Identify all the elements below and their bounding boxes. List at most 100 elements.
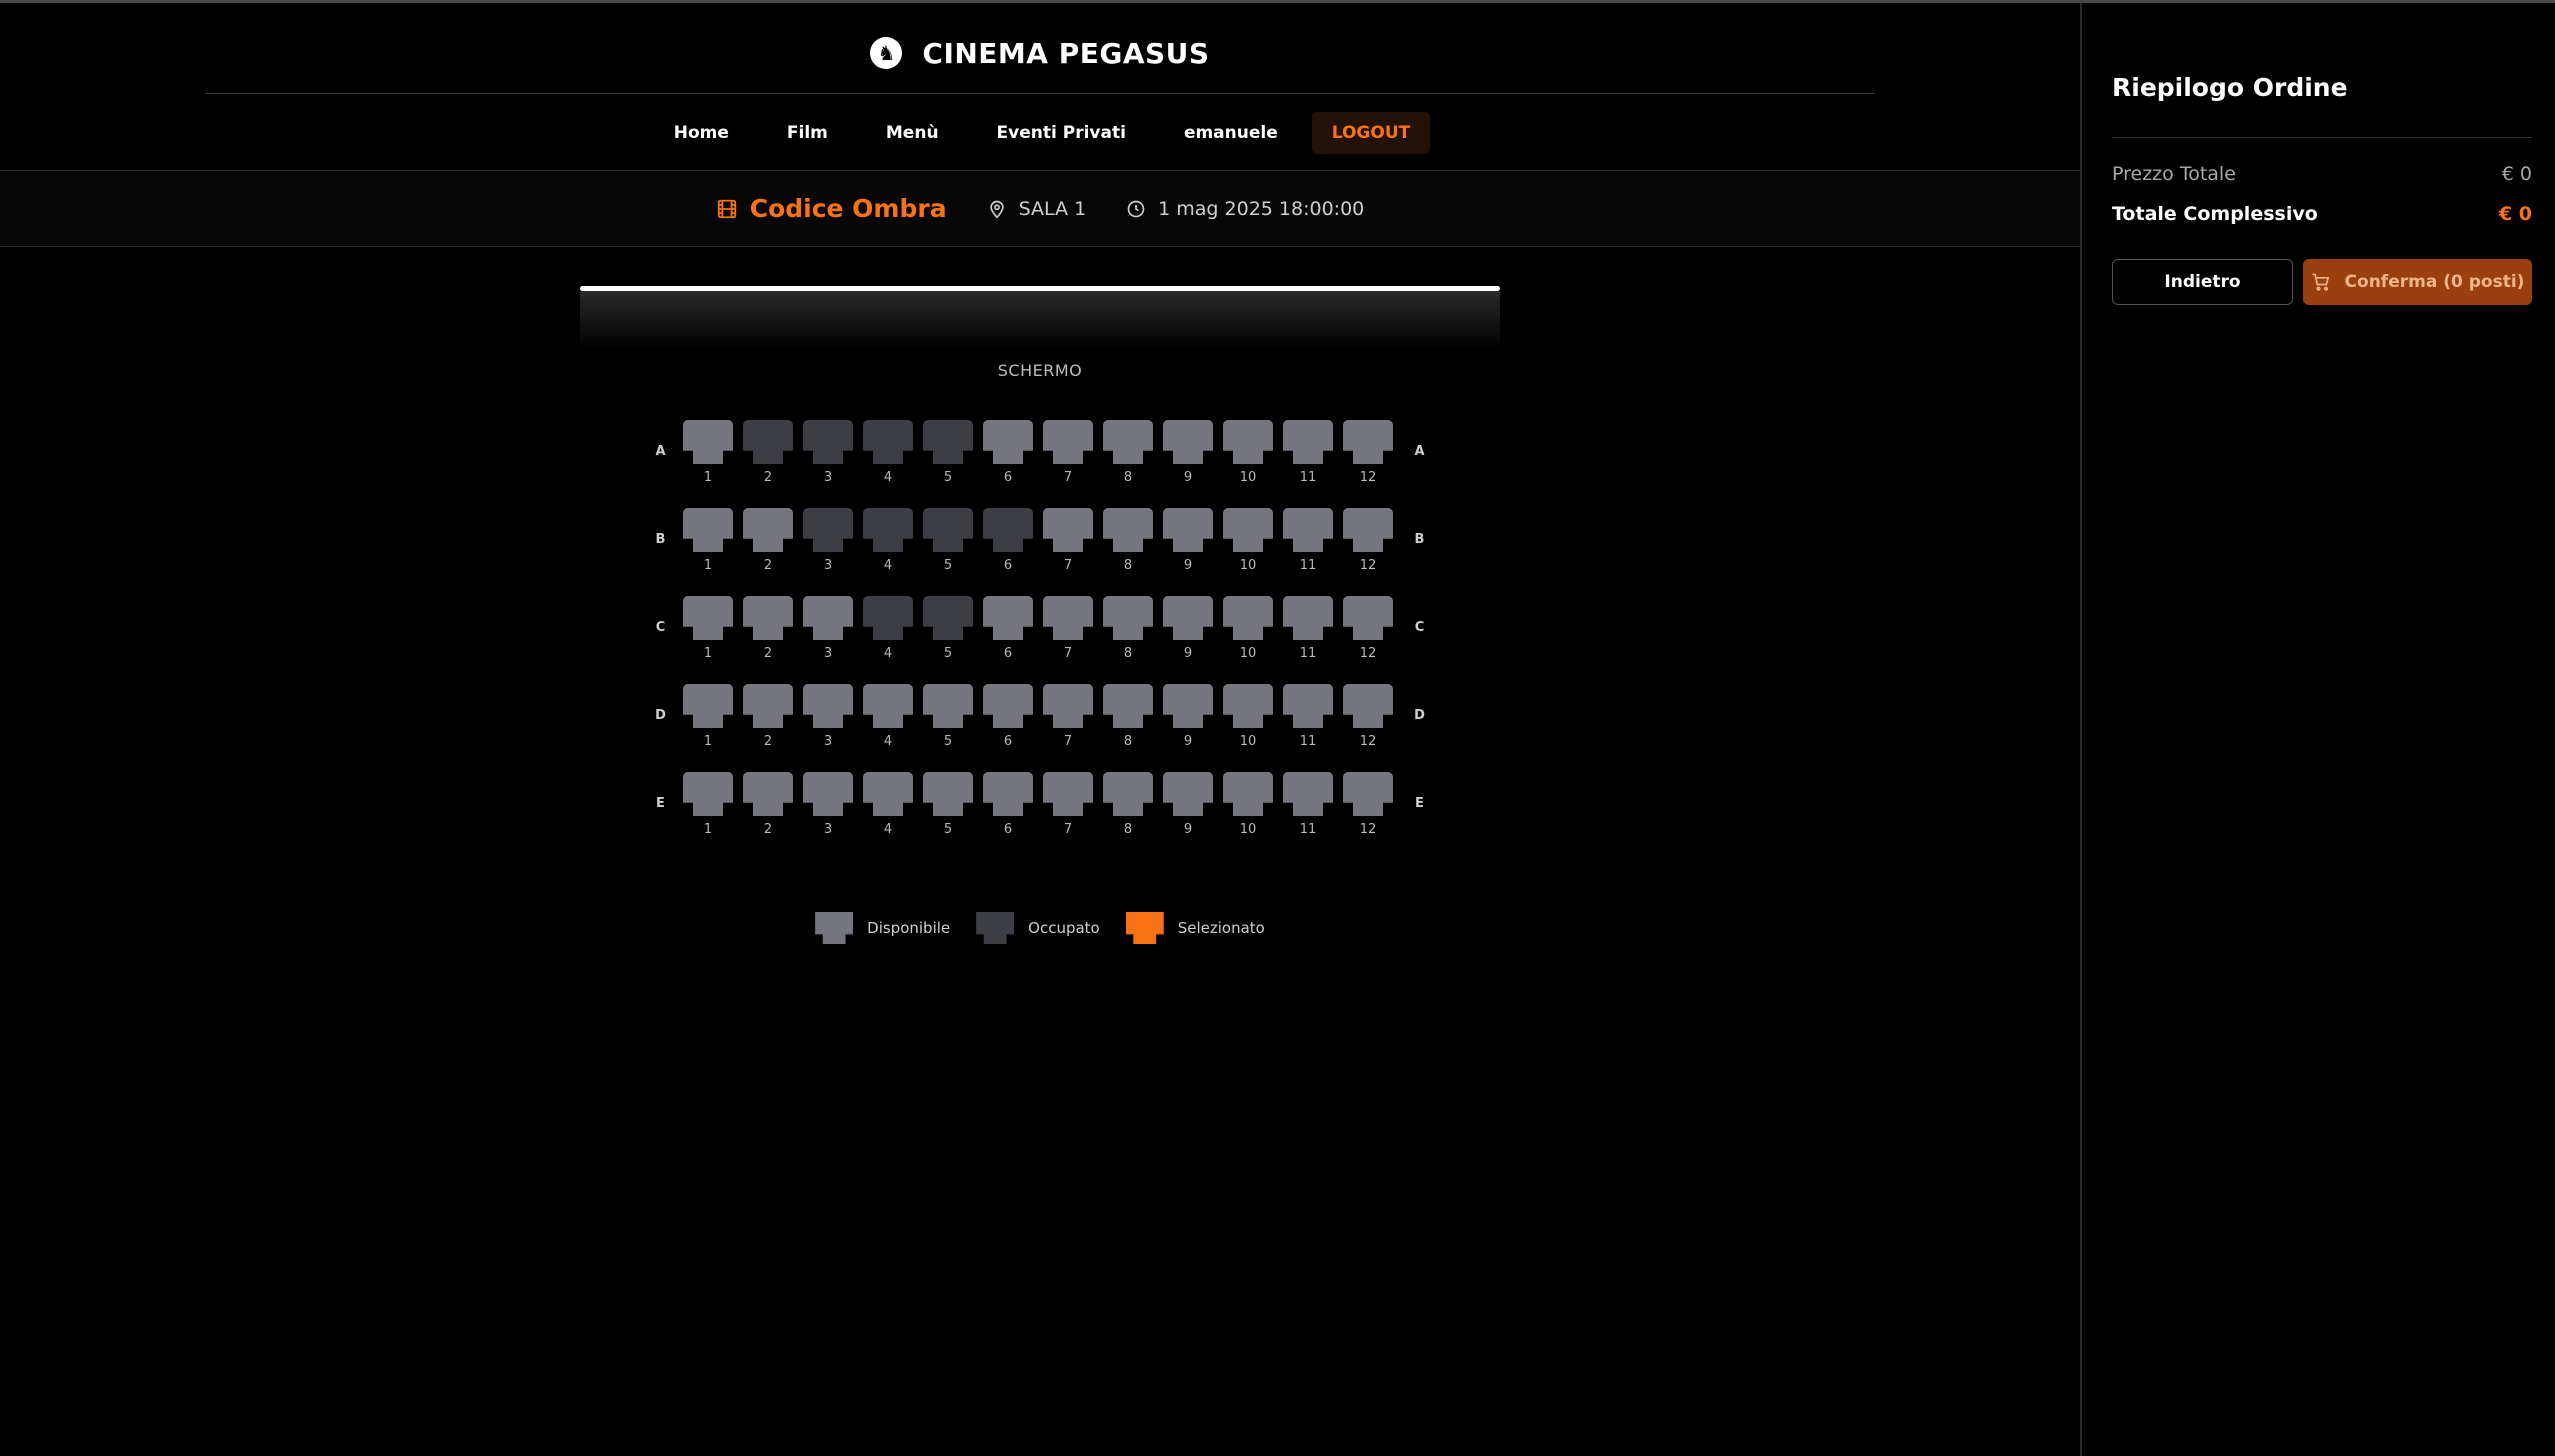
brand-header[interactable]: ♞ CINEMA PEGASUS [0, 31, 2080, 75]
seat-a7-available[interactable]: 7 [1043, 420, 1093, 485]
nav-item-film[interactable]: Film [763, 112, 852, 154]
seat-e4-available[interactable]: 4 [863, 772, 913, 837]
seat-icon [1223, 420, 1273, 464]
seat-e12-available[interactable]: 12 [1343, 772, 1393, 837]
seat-e6-available[interactable]: 6 [983, 772, 1033, 837]
seat-a11-available[interactable]: 11 [1283, 420, 1333, 485]
subtotal-value: € 0 [2501, 163, 2532, 185]
seat-d1-available[interactable]: 1 [683, 684, 733, 749]
seat-a2-occupied: 2 [743, 420, 793, 485]
seat-b11-available[interactable]: 11 [1283, 508, 1333, 573]
seat-number: 3 [823, 646, 833, 661]
nav-item-user[interactable]: emanuele [1160, 112, 1302, 154]
seat-number: 4 [883, 822, 893, 837]
total-row: Totale Complessivo € 0 [2112, 203, 2532, 225]
seat-icon [803, 508, 853, 552]
seat-b2-available[interactable]: 2 [743, 508, 793, 573]
seat-number: 6 [1003, 470, 1013, 485]
seat-e5-available[interactable]: 5 [923, 772, 973, 837]
seat-e11-available[interactable]: 11 [1283, 772, 1333, 837]
seat-c2-available[interactable]: 2 [743, 596, 793, 661]
seat-a8-available[interactable]: 8 [1103, 420, 1153, 485]
seat-e10-available[interactable]: 10 [1223, 772, 1273, 837]
seat-d5-available[interactable]: 5 [923, 684, 973, 749]
seat-row-a: A 1 2 3 4 5 6 7 8 9 10 11 12 A [650, 420, 1430, 508]
seat-a3-occupied: 3 [803, 420, 853, 485]
nav-item-menu[interactable]: Menù [862, 112, 963, 154]
seat-d2-available[interactable]: 2 [743, 684, 793, 749]
seat-icon [863, 420, 913, 464]
seat-a5-occupied: 5 [923, 420, 973, 485]
seat-number: 2 [763, 646, 773, 661]
seat-d7-available[interactable]: 7 [1043, 684, 1093, 749]
seat-c6-available[interactable]: 6 [983, 596, 1033, 661]
seat-icon [923, 684, 973, 728]
main-nav: Home Film Menù Eventi Privati emanuele L… [0, 110, 2080, 156]
seat-b1-available[interactable]: 1 [683, 508, 733, 573]
seat-number: 6 [1003, 646, 1013, 661]
nav-item-private-events[interactable]: Eventi Privati [973, 112, 1150, 154]
logout-button[interactable]: LOGOUT [1311, 112, 1431, 154]
seat-e3-available[interactable]: 3 [803, 772, 853, 837]
legend-selected: Selezionato [1125, 912, 1265, 944]
seat-number: 12 [1359, 734, 1377, 749]
seat-number: 9 [1183, 558, 1193, 573]
seat-row-d: D 1 2 3 4 5 6 7 8 9 10 11 12 D [650, 684, 1430, 772]
seat-icon [1103, 420, 1153, 464]
seat-b10-available[interactable]: 10 [1223, 508, 1273, 573]
seat-e1-available[interactable]: 1 [683, 772, 733, 837]
seat-number: 1 [703, 470, 713, 485]
seat-c11-available[interactable]: 11 [1283, 596, 1333, 661]
seat-c8-available[interactable]: 8 [1103, 596, 1153, 661]
seat-c10-available[interactable]: 10 [1223, 596, 1273, 661]
seat-c7-available[interactable]: 7 [1043, 596, 1093, 661]
seat-b8-available[interactable]: 8 [1103, 508, 1153, 573]
seat-number: 10 [1239, 470, 1257, 485]
seat-c3-available[interactable]: 3 [803, 596, 853, 661]
seat-b5-occupied: 5 [923, 508, 973, 573]
seat-c9-available[interactable]: 9 [1163, 596, 1213, 661]
seat-e8-available[interactable]: 8 [1103, 772, 1153, 837]
seat-e7-available[interactable]: 7 [1043, 772, 1093, 837]
seat-icon [743, 684, 793, 728]
seat-occupied-swatch [976, 912, 1015, 944]
seat-d10-available[interactable]: 10 [1223, 684, 1273, 749]
seat-icon [1163, 420, 1213, 464]
legend-available-label: Disponibile [867, 919, 951, 937]
seat-a12-available[interactable]: 12 [1343, 420, 1393, 485]
seat-e9-available[interactable]: 9 [1163, 772, 1213, 837]
back-button[interactable]: Indietro [2112, 259, 2293, 305]
seat-b12-available[interactable]: 12 [1343, 508, 1393, 573]
film-icon [716, 198, 738, 220]
confirm-button[interactable]: Conferma (0 posti) [2303, 259, 2532, 305]
cinema-screen: SCHERMO [580, 286, 1500, 380]
seat-row-c: C 1 2 3 4 5 6 7 8 9 10 11 12 C [650, 596, 1430, 684]
seat-icon [803, 684, 853, 728]
seat-b7-available[interactable]: 7 [1043, 508, 1093, 573]
seat-d9-available[interactable]: 9 [1163, 684, 1213, 749]
seat-number: 7 [1063, 734, 1073, 749]
room-name: SALA 1 [1018, 197, 1087, 220]
seat-d11-available[interactable]: 11 [1283, 684, 1333, 749]
seat-d12-available[interactable]: 12 [1343, 684, 1393, 749]
seat-icon [1223, 596, 1273, 640]
seat-a6-available[interactable]: 6 [983, 420, 1033, 485]
seat-a1-available[interactable]: 1 [683, 420, 733, 485]
seat-b6-occupied: 6 [983, 508, 1033, 573]
seat-d3-available[interactable]: 3 [803, 684, 853, 749]
seat-b9-available[interactable]: 9 [1163, 508, 1213, 573]
seat-e2-available[interactable]: 2 [743, 772, 793, 837]
seat-icon [1163, 508, 1213, 552]
seat-number: 10 [1239, 734, 1257, 749]
nav-item-home[interactable]: Home [650, 112, 753, 154]
seat-icon [863, 772, 913, 816]
seat-number: 3 [823, 734, 833, 749]
seat-d8-available[interactable]: 8 [1103, 684, 1153, 749]
seat-d4-available[interactable]: 4 [863, 684, 913, 749]
seat-a10-available[interactable]: 10 [1223, 420, 1273, 485]
seat-number: 3 [823, 470, 833, 485]
seat-a9-available[interactable]: 9 [1163, 420, 1213, 485]
seat-c12-available[interactable]: 12 [1343, 596, 1393, 661]
seat-d6-available[interactable]: 6 [983, 684, 1033, 749]
seat-c1-available[interactable]: 1 [683, 596, 733, 661]
